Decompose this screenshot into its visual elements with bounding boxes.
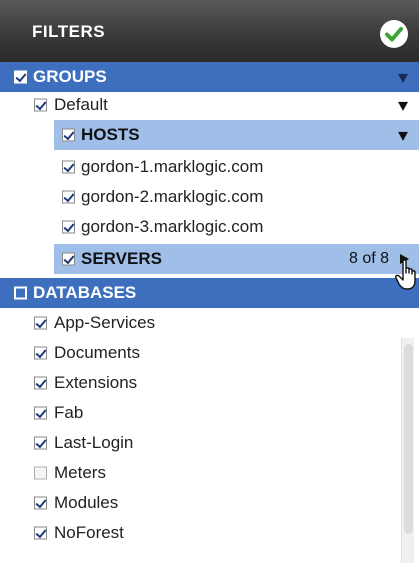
- hand-cursor-icon: [395, 259, 416, 290]
- host-label: gordon-2.marklogic.com: [81, 187, 264, 206]
- hosts-checkbox[interactable]: [62, 128, 75, 142]
- database-label: App-Services: [54, 313, 156, 332]
- databases-section-header[interactable]: DATABASES: [0, 278, 419, 308]
- databases-label: DATABASES: [33, 283, 137, 302]
- hosts-section-header[interactable]: HOSTS: [54, 120, 419, 150]
- database-label: Fab: [54, 403, 84, 422]
- filters-header: FILTERS: [0, 0, 419, 62]
- database-row[interactable]: Modules: [0, 488, 419, 518]
- default-label: Default: [54, 95, 108, 114]
- database-row[interactable]: Documents: [0, 338, 419, 368]
- host-label: gordon-1.marklogic.com: [81, 157, 264, 176]
- groups-checkbox[interactable]: [14, 70, 27, 84]
- servers-checkbox[interactable]: [62, 252, 75, 266]
- database-checkbox[interactable]: [34, 406, 47, 420]
- servers-section-header[interactable]: SERVERS 8 of 8: [54, 244, 419, 274]
- host-row[interactable]: gordon-2.marklogic.com: [0, 182, 419, 212]
- database-row[interactable]: Extensions: [0, 368, 419, 398]
- database-row[interactable]: Meters: [0, 458, 419, 488]
- database-row[interactable]: App-Services: [0, 308, 419, 338]
- database-label: Documents: [54, 343, 140, 362]
- database-checkbox[interactable]: [34, 316, 47, 330]
- database-label: Meters: [54, 463, 106, 482]
- groups-collapse-icon[interactable]: [398, 73, 408, 83]
- database-checkbox[interactable]: [34, 346, 47, 360]
- apply-filters-button[interactable]: [380, 20, 408, 48]
- database-row[interactable]: Fab: [0, 398, 419, 428]
- database-row[interactable]: NoForest: [0, 518, 419, 548]
- database-label: Last-Login: [54, 433, 134, 452]
- databases-scrollbar[interactable]: [401, 338, 414, 563]
- host-row[interactable]: gordon-1.marklogic.com: [0, 152, 419, 182]
- database-label: NoForest: [54, 523, 124, 542]
- hosts-label: HOSTS: [81, 125, 140, 144]
- database-checkbox[interactable]: [34, 496, 47, 510]
- host-label: gordon-3.marklogic.com: [81, 217, 264, 236]
- host-checkbox[interactable]: [62, 160, 75, 174]
- database-checkbox[interactable]: [34, 376, 47, 390]
- checkmark-icon: [381, 21, 407, 47]
- database-row[interactable]: Last-Login: [0, 428, 419, 458]
- database-label: Extensions: [54, 373, 138, 392]
- group-default-row[interactable]: Default: [0, 90, 419, 120]
- servers-label: SERVERS: [81, 249, 162, 268]
- databases-checkbox[interactable]: [14, 286, 27, 300]
- default-checkbox[interactable]: [34, 98, 47, 112]
- default-collapse-icon[interactable]: [398, 101, 408, 111]
- database-label: Modules: [54, 493, 119, 512]
- servers-count: 8 of 8: [348, 250, 389, 267]
- filters-title: FILTERS: [32, 22, 106, 41]
- host-row[interactable]: gordon-3.marklogic.com: [0, 212, 419, 242]
- host-checkbox[interactable]: [62, 190, 75, 204]
- host-checkbox[interactable]: [62, 220, 75, 234]
- scrollbar-thumb[interactable]: [404, 344, 413, 534]
- groups-label: GROUPS: [33, 67, 107, 86]
- groups-section-header[interactable]: GROUPS: [0, 62, 419, 92]
- database-checkbox[interactable]: [34, 436, 47, 450]
- hosts-collapse-icon[interactable]: [398, 131, 408, 141]
- database-checkbox[interactable]: [34, 526, 47, 540]
- database-checkbox[interactable]: [34, 466, 47, 480]
